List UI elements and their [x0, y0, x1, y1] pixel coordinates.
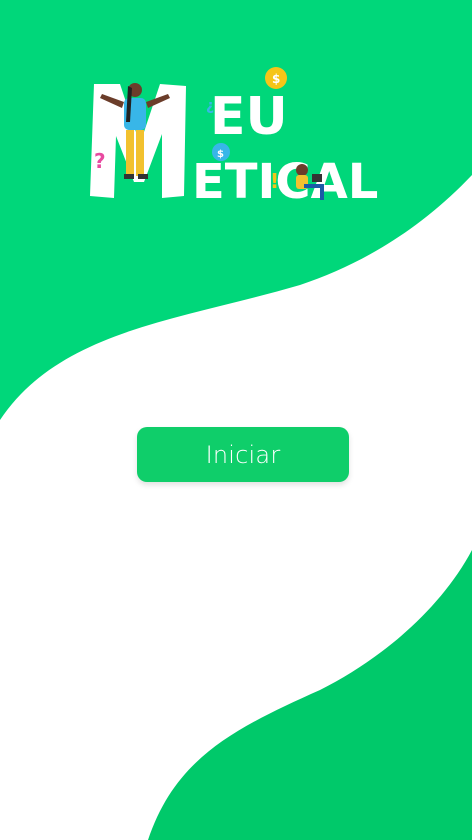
exclamation-icon: !	[270, 169, 279, 193]
inverted-question-icon: ¿	[206, 98, 214, 114]
logo-line1: EU	[210, 87, 288, 147]
start-button[interactable]: Iniciar	[137, 427, 349, 482]
dollar-bubble-icon: $	[212, 143, 230, 161]
dollar-coin-icon: $	[265, 67, 287, 89]
app-logo: EU ETICAL $ ? ¿ $ !	[90, 67, 378, 210]
svg-text:$: $	[272, 72, 280, 86]
bottom-green-wave	[148, 550, 472, 840]
svg-text:$: $	[217, 149, 224, 160]
logo-line2: ETICAL	[192, 154, 378, 210]
question-mark-icon: ?	[94, 149, 106, 173]
